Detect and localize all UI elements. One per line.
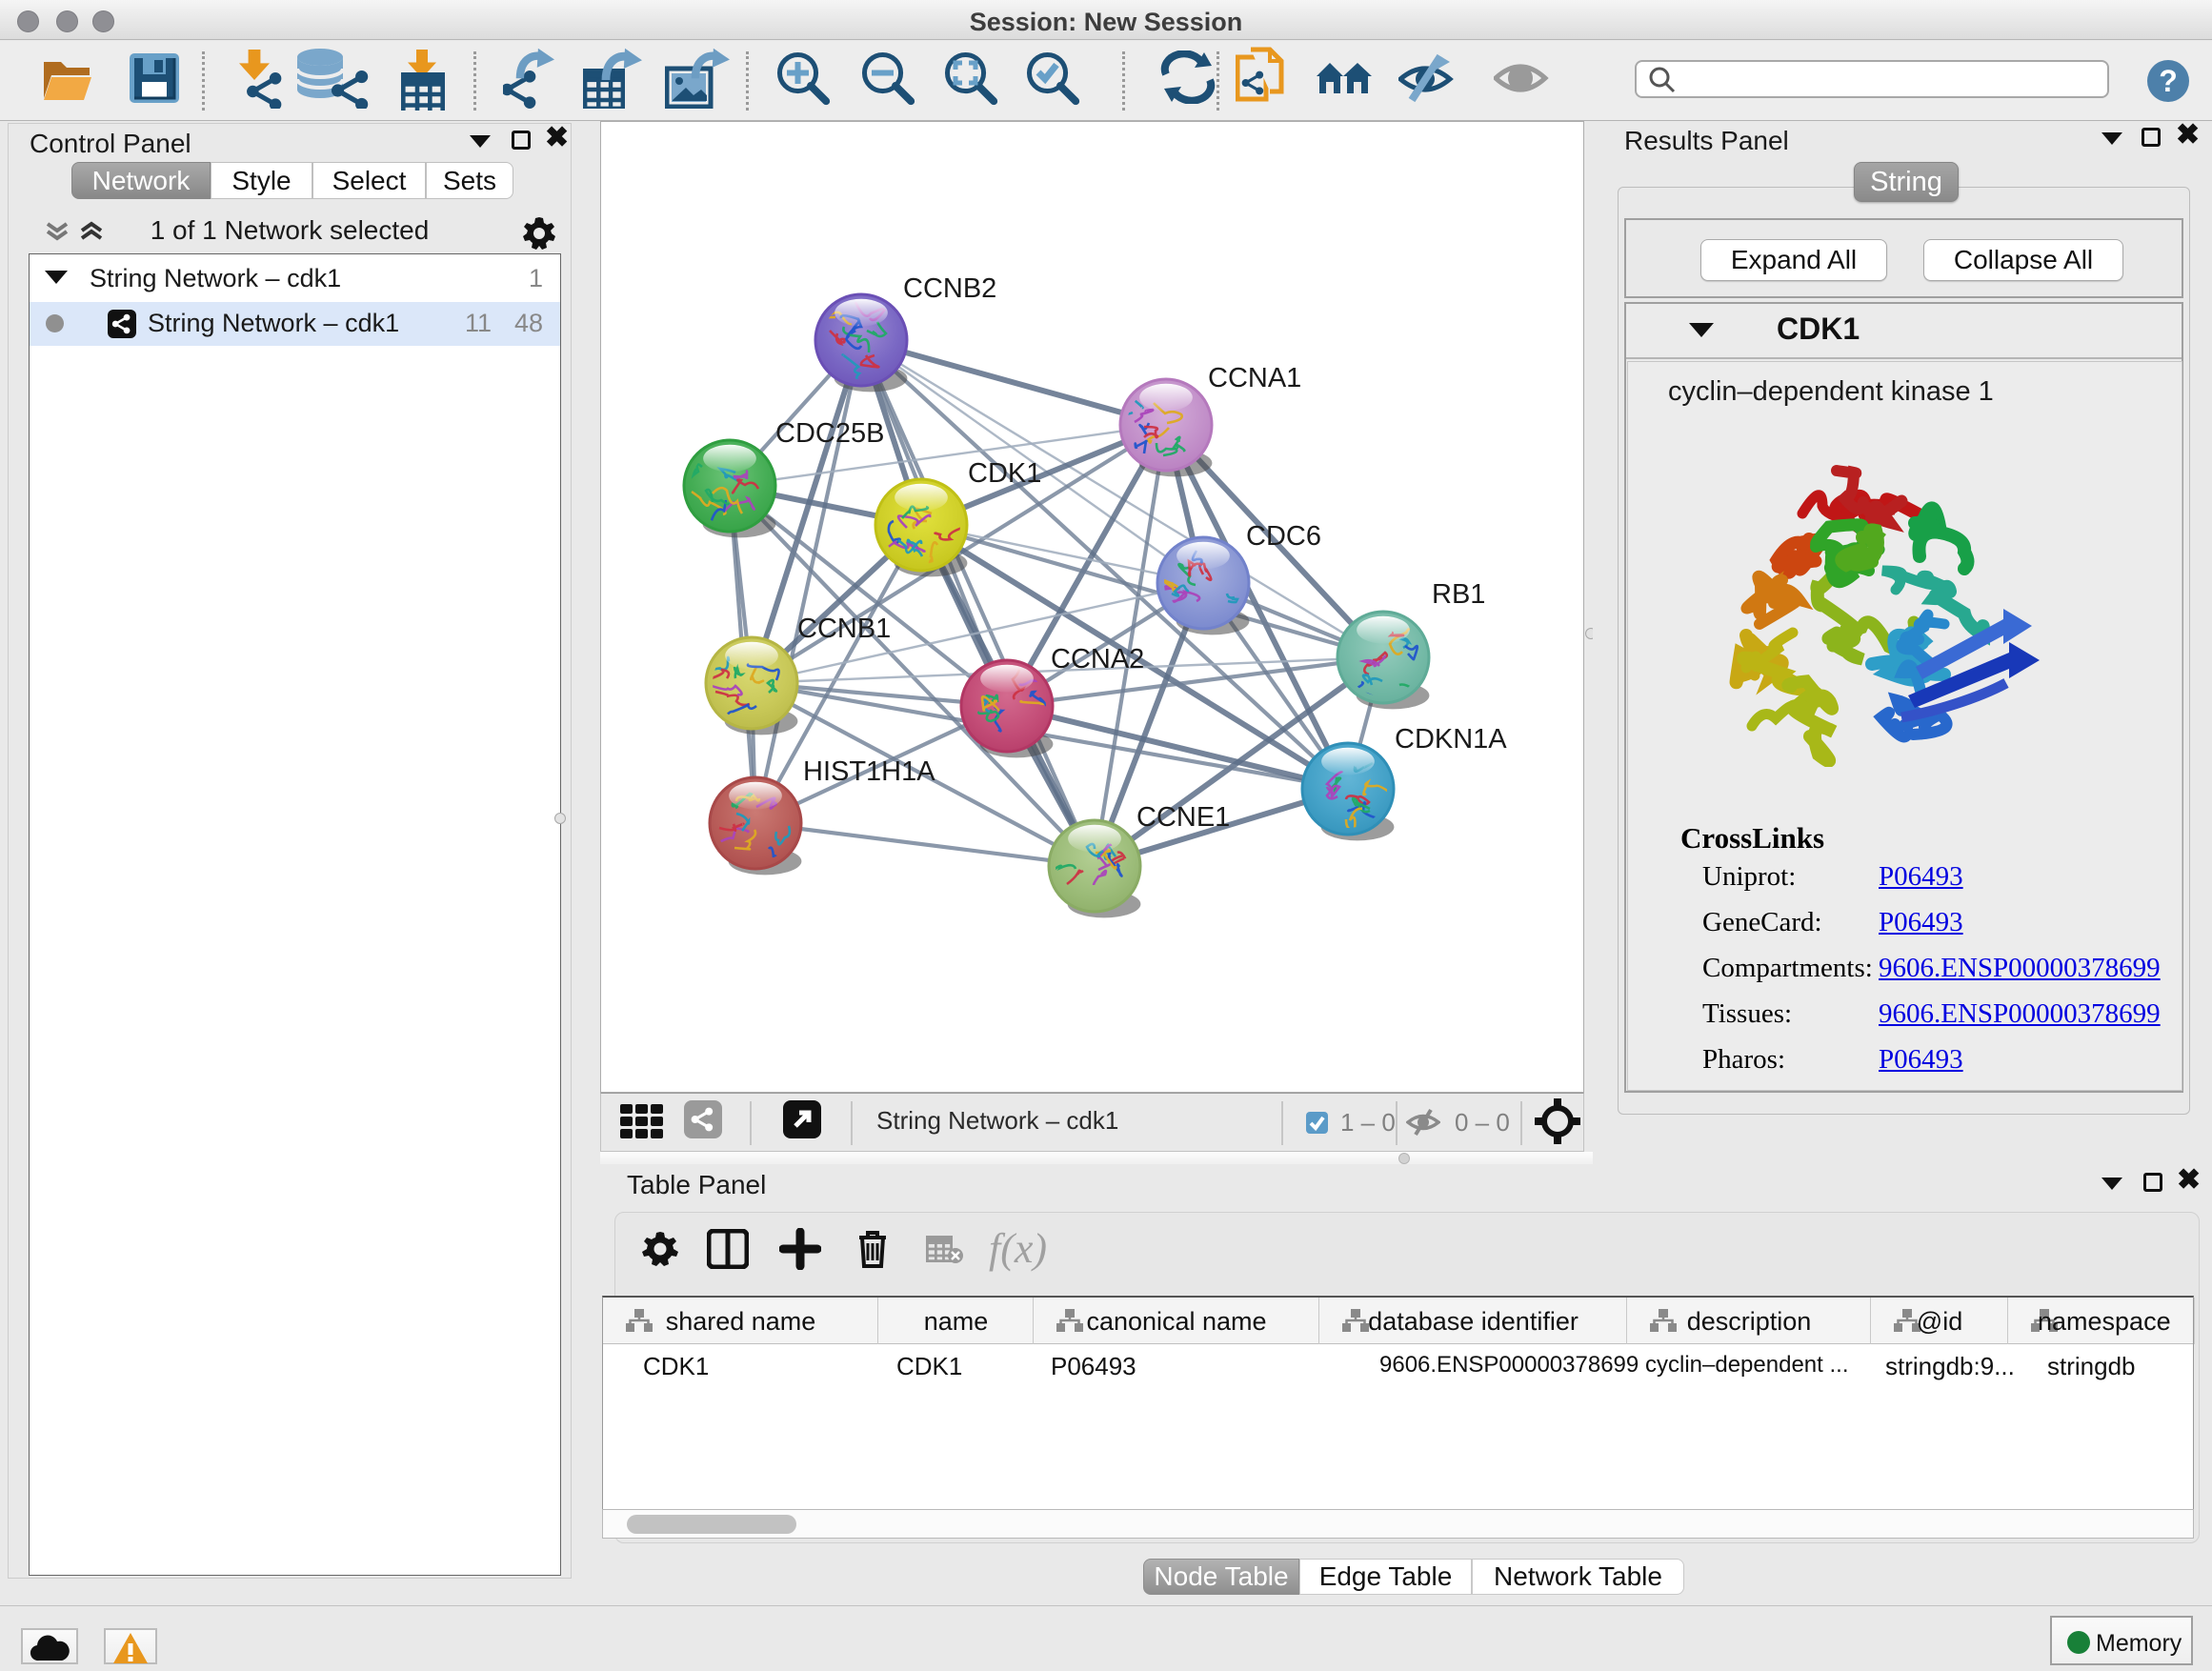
svg-text:CDC6: CDC6	[1246, 521, 1321, 552]
svg-text:CDC25B: CDC25B	[775, 418, 884, 449]
svg-text:CCNB1: CCNB1	[797, 614, 891, 644]
svg-text:CDKN1A: CDKN1A	[1395, 724, 1507, 755]
svg-text:HIST1H1A: HIST1H1A	[803, 756, 935, 787]
svg-text:CCNA2: CCNA2	[1051, 644, 1144, 674]
svg-text:CCNB2: CCNB2	[903, 273, 996, 304]
svg-text:CCNA1: CCNA1	[1208, 363, 1301, 393]
svg-text:CCNE1: CCNE1	[1136, 802, 1230, 833]
svg-text:RB1: RB1	[1432, 579, 1485, 610]
svg-text:CDK1: CDK1	[968, 458, 1041, 489]
